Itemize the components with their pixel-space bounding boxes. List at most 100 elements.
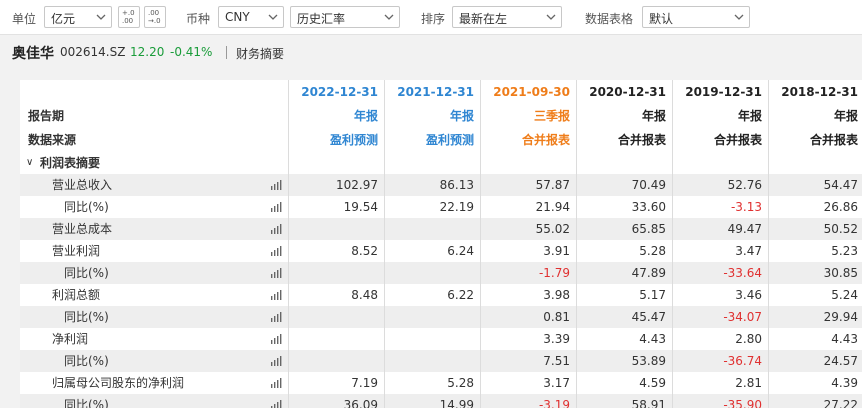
header-cell-date[interactable]: 2021-12-31 (384, 80, 480, 104)
header-cell-date[interactable]: 2021-09-30 (480, 80, 576, 104)
section-title: 利润表摘要 (40, 156, 101, 170)
table-cell: 19.54 (343, 200, 378, 214)
column-divider (768, 80, 769, 408)
table-cell: 7.51 (543, 354, 570, 368)
currency-select[interactable]: CNY (218, 6, 284, 28)
format-select-value: 默认 (649, 12, 674, 26)
stock-change: -0.41% (170, 45, 213, 59)
table-cell: 5.28 (447, 376, 474, 390)
header-cell-date[interactable]: 2019-12-31 (672, 80, 768, 104)
tab-financial-summary[interactable]: 财务摘要 (236, 45, 284, 62)
currency-select-value: CNY (225, 10, 250, 24)
table-header-row: 2022-12-31 2021-12-31 2021-09-30 2020-12-31… (20, 80, 862, 104)
bar-chart-icon[interactable] (270, 290, 282, 300)
table-cell: -1.79 (538, 266, 570, 280)
row-label: 营业总收入 (52, 178, 113, 192)
table-cell: 5.17 (639, 288, 666, 302)
table-cell: 49.47 (727, 222, 762, 236)
sort-select[interactable]: 最新在左 (452, 6, 562, 28)
table-header-row: 报告期 年报 年报 三季报 年报 年报 年报 (20, 104, 862, 128)
table-cell (384, 218, 480, 240)
table-cell (288, 350, 384, 372)
table-row: 归属母公司股东的净利润 7.19 5.28 3.17 4.59 2.81 4.39 (20, 372, 862, 394)
table-cell: 4.43 (831, 332, 858, 346)
header-cell-source: 合并报表 (617, 133, 666, 147)
table-cell (288, 306, 384, 328)
header-cell-date[interactable]: 2020-12-31 (576, 80, 672, 104)
bar-chart-icon[interactable] (270, 334, 282, 344)
toolbar: 单位 亿元 +.0 .00 .00 →.0 币种 CNY 历史汇率 排序 最新在… (0, 0, 862, 34)
table-cell: 3.39 (543, 332, 570, 346)
chevron-down-icon (384, 14, 394, 20)
table-cell: 27.22 (823, 398, 858, 408)
table-row: 同比(%) 36.09 14.99 -3.19 58.91 -35.90 27.22 (20, 394, 862, 408)
bar-chart-icon[interactable] (270, 268, 282, 278)
bar-chart-icon[interactable] (270, 400, 282, 408)
table-header-row: 数据来源 盈利预测 盈利预测 合并报表 合并报表 合并报表 合并报表 (20, 128, 862, 152)
stock-code: 002614.SZ (60, 45, 126, 59)
table-cell: -35.90 (723, 398, 762, 408)
format-select[interactable]: 默认 (642, 6, 750, 28)
table-cell: -3.19 (538, 398, 570, 408)
bar-chart-icon[interactable] (270, 180, 282, 190)
chevron-down-icon (546, 14, 556, 20)
column-divider (576, 80, 577, 408)
bar-chart-icon[interactable] (270, 224, 282, 234)
table-cell: -33.64 (723, 266, 762, 280)
data-source-label: 数据来源 (28, 133, 77, 147)
unit-select[interactable]: 亿元 (44, 6, 112, 28)
table-cell: 58.91 (631, 398, 666, 408)
divider (226, 46, 227, 59)
table-cell: 2.81 (735, 376, 762, 390)
chevron-down-icon (734, 14, 744, 20)
table-cell: 3.17 (543, 376, 570, 390)
table-row: 同比(%) 19.54 22.19 21.94 33.60 -3.13 26.86 (20, 196, 862, 218)
table-cell: 5.23 (831, 244, 858, 258)
table-cell: 36.09 (343, 398, 378, 408)
row-label: 同比(%) (64, 398, 109, 408)
table-cell: 5.28 (639, 244, 666, 258)
table-cell (288, 262, 384, 284)
table-cell: 26.86 (823, 200, 858, 214)
bar-chart-icon[interactable] (270, 246, 282, 256)
decrease-decimal-button[interactable]: .00 →.0 (144, 6, 166, 28)
column-divider (384, 80, 385, 408)
table-cell: 3.46 (735, 288, 762, 302)
table-cell: 0.81 (543, 310, 570, 324)
chevron-down-icon (96, 14, 106, 20)
stock-header: 奥佳华 002614.SZ 12.20 -0.41% 财务摘要 (0, 34, 862, 68)
table-cell (384, 350, 480, 372)
header-cell-source: 合并报表 (713, 133, 762, 147)
table-cell: 47.89 (631, 266, 666, 280)
sort-select-value: 最新在左 (459, 12, 508, 26)
table-cell: 3.98 (543, 288, 570, 302)
bar-chart-icon[interactable] (270, 356, 282, 366)
table-cell: 22.19 (439, 200, 474, 214)
increase-decimal-button[interactable]: +.0 .00 (118, 6, 140, 28)
bar-chart-icon[interactable] (270, 378, 282, 388)
table-cell (384, 328, 480, 350)
bar-chart-icon[interactable] (270, 312, 282, 322)
exchange-rate-select[interactable]: 历史汇率 (290, 6, 400, 28)
table-cell: 50.52 (823, 222, 858, 236)
table-row: 营业总收入 102.97 86.13 57.87 70.49 52.76 54.47 (20, 174, 862, 196)
table-cell: 24.57 (823, 354, 858, 368)
row-label: 同比(%) (64, 266, 109, 280)
table-cell: 70.49 (631, 178, 666, 192)
table-cell: 53.89 (631, 354, 666, 368)
table-row: 净利润 3.39 4.43 2.80 4.43 (20, 328, 862, 350)
table-cell: 65.85 (631, 222, 666, 236)
header-cell-date[interactable]: 2022-12-31 (288, 80, 384, 104)
table-row: 同比(%) 0.81 45.47 -34.07 29.94 (20, 306, 862, 328)
table-cell: 8.52 (351, 244, 378, 258)
decrease-decimal-bottom: →.0 (148, 17, 161, 25)
section-row-income-statement[interactable]: ∨ 利润表摘要 (20, 152, 862, 174)
bar-chart-icon[interactable] (270, 202, 282, 212)
column-divider (672, 80, 673, 408)
collapse-toggle-icon[interactable]: ∨ (26, 152, 33, 174)
decrease-decimal-top: .00 (148, 9, 160, 17)
table-cell: 4.39 (831, 376, 858, 390)
header-cell-date[interactable]: 2018-12-31 (768, 80, 862, 104)
column-divider (288, 80, 289, 408)
table-cell: 2.80 (735, 332, 762, 346)
